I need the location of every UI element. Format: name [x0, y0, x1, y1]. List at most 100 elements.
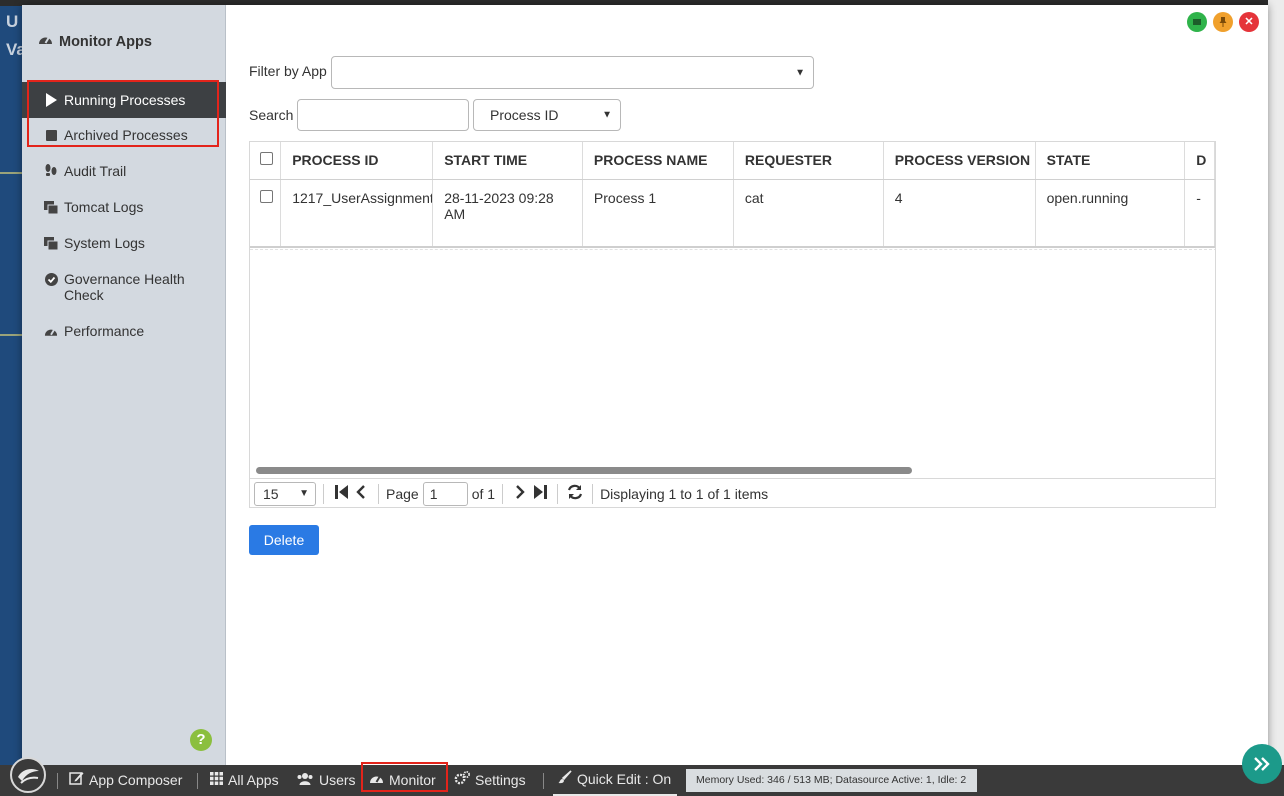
- sidebar-item-label: Audit Trail: [64, 163, 127, 179]
- toolbar-divider: [197, 773, 198, 789]
- process-version-cell: 4: [883, 179, 1036, 248]
- app-logo-icon[interactable]: [10, 757, 46, 793]
- pin-icon[interactable]: [1213, 12, 1233, 32]
- d-cell: -: [1184, 179, 1215, 248]
- column-header[interactable]: PROCESS NAME: [582, 142, 734, 180]
- close-icon[interactable]: ✕: [1239, 12, 1259, 32]
- pager-divider: [378, 484, 379, 504]
- app-composer-label: App Composer: [89, 772, 183, 788]
- check-circle-icon: [44, 271, 58, 287]
- app-composer-button[interactable]: App Composer: [69, 765, 182, 796]
- sidebar-item-governance-health-check[interactable]: Governance Health Check: [22, 271, 226, 303]
- settings-label: Settings: [475, 772, 526, 788]
- sidebar-item-label: Tomcat Logs: [64, 199, 144, 215]
- sidebar-title-text: Monitor Apps: [59, 33, 152, 50]
- pager-display-text: Displaying 1 to 1 of 1 items: [600, 486, 769, 502]
- dashboard-icon: [38, 33, 53, 50]
- page-size-value: 15: [263, 486, 279, 502]
- memory-status: Memory Used: 346 / 513 MB; Datasource Ac…: [686, 769, 977, 792]
- log-copy-icon: [44, 199, 58, 215]
- pager: 15 ▼ Page 1 of 1 Displaying 1 to 1 of 1 …: [250, 478, 1215, 507]
- process-table: PROCESS ID START TIME PROCESS NAME REQUE…: [250, 142, 1215, 248]
- quick-edit-toggle[interactable]: Quick Edit : On: [553, 764, 678, 796]
- page-count-label: of 1: [471, 486, 496, 502]
- first-page-icon[interactable]: [331, 484, 351, 504]
- refresh-icon[interactable]: [565, 484, 585, 505]
- grid-icon: [210, 765, 223, 796]
- sidebar-item-system-logs[interactable]: System Logs: [22, 235, 226, 251]
- background-divider: [0, 172, 22, 174]
- quick-edit-label: Quick Edit : On: [577, 771, 672, 787]
- column-header[interactable]: PROCESS VERSION: [883, 142, 1036, 180]
- sidebar-item-performance[interactable]: Performance: [22, 323, 226, 339]
- grid-empty-area: [250, 249, 1215, 462]
- edit-icon: [69, 765, 84, 796]
- process-id-cell: 1217_UserAssignment: [280, 179, 434, 248]
- users-icon: [296, 765, 314, 796]
- table-row[interactable]: 1217_UserAssignment 28-11-2023 09:28 AM …: [250, 179, 1215, 248]
- sidebar: Monitor Apps Running Processes Archived …: [22, 5, 226, 765]
- background-divider: [0, 334, 22, 336]
- select-all-checkbox[interactable]: [260, 152, 273, 166]
- background-right-panel: [1268, 0, 1284, 765]
- last-page-icon[interactable]: [530, 484, 550, 504]
- search-field-select[interactable]: Process ID ▼: [473, 99, 621, 131]
- page-size-select[interactable]: 15 ▼: [254, 482, 316, 506]
- column-header[interactable]: START TIME: [432, 142, 583, 180]
- expand-icon[interactable]: [1242, 744, 1282, 784]
- sidebar-item-label: Performance: [64, 323, 145, 339]
- column-header[interactable]: REQUESTER: [733, 142, 884, 180]
- start-time-cell: 28-11-2023 09:28 AM: [432, 179, 583, 248]
- process-name-cell: Process 1: [582, 179, 734, 248]
- filter-app-select[interactable]: ▼: [331, 56, 814, 89]
- help-icon[interactable]: ?: [190, 729, 212, 751]
- column-header[interactable]: PROCESS ID: [280, 142, 434, 180]
- filter-label: Filter by App: [249, 63, 327, 79]
- dashboard-icon: [44, 323, 58, 339]
- toolbar-divider: [543, 773, 544, 789]
- process-grid: PROCESS ID START TIME PROCESS NAME REQUE…: [249, 141, 1216, 508]
- highlight-box: [27, 80, 219, 147]
- users-label: Users: [319, 772, 356, 788]
- table-header-row: PROCESS ID START TIME PROCESS NAME REQUE…: [250, 142, 1215, 180]
- select-all-header: [250, 142, 282, 180]
- monitor-apps-dialog: Monitor Apps Running Processes Archived …: [22, 5, 1268, 765]
- delete-button[interactable]: Delete: [249, 525, 319, 555]
- pager-divider: [557, 484, 559, 504]
- all-apps-label: All Apps: [228, 772, 279, 788]
- all-apps-button[interactable]: All Apps: [210, 765, 279, 796]
- sidebar-item-label: Governance Health Check: [64, 271, 185, 303]
- users-button[interactable]: Users: [296, 765, 356, 796]
- search-label: Search: [249, 107, 294, 123]
- pager-divider: [592, 484, 594, 504]
- bottom-toolbar: App Composer All Apps Users Monitor Sett…: [0, 757, 1284, 796]
- next-page-icon[interactable]: [510, 484, 530, 504]
- chevron-down-icon: ▼: [299, 488, 309, 499]
- log-copy-icon: [44, 235, 58, 251]
- sidebar-item-label: System Logs: [64, 235, 145, 251]
- chevron-down-icon: ▼: [795, 67, 805, 78]
- row-checkbox-cell: [250, 179, 282, 248]
- pager-divider: [502, 484, 504, 504]
- search-field-value: Process ID: [490, 107, 559, 123]
- page-label: Page: [386, 486, 419, 502]
- requester-cell: cat: [733, 179, 884, 248]
- sidebar-item-tomcat-logs[interactable]: Tomcat Logs: [22, 199, 226, 215]
- column-header[interactable]: STATE: [1035, 142, 1186, 180]
- row-checkbox[interactable]: [260, 189, 273, 203]
- paintbrush-icon: [558, 764, 572, 795]
- page-number-input[interactable]: 1: [422, 482, 468, 506]
- minimize-icon[interactable]: [1187, 12, 1207, 32]
- pager-divider: [323, 484, 324, 504]
- sidebar-item-audit-trail[interactable]: Audit Trail: [22, 163, 226, 179]
- state-cell: open.running: [1035, 179, 1186, 248]
- column-header[interactable]: D: [1184, 142, 1215, 180]
- toolbar-divider: [57, 773, 58, 789]
- gears-icon: [454, 765, 470, 796]
- settings-button[interactable]: Settings: [454, 765, 526, 796]
- search-input[interactable]: [297, 99, 469, 131]
- previous-page-icon[interactable]: [351, 484, 371, 504]
- horizontal-scrollbar[interactable]: [256, 467, 912, 474]
- chevron-down-icon: ▼: [602, 109, 612, 121]
- footsteps-icon: [44, 163, 58, 179]
